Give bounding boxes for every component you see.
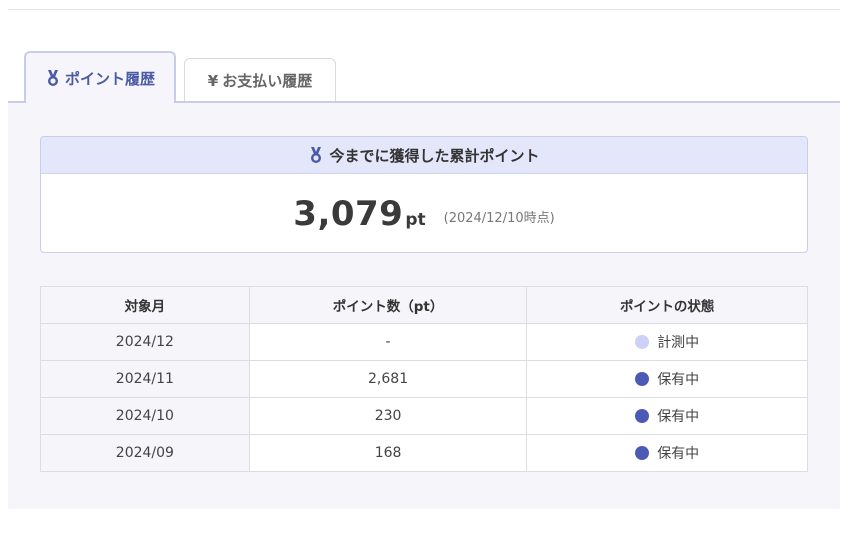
total-points-unit: pt [405, 210, 426, 230]
status-dot-icon [635, 371, 650, 386]
tab-payment-history[interactable]: ¥ お支払い履歴 [184, 58, 336, 102]
row-month: 2024/10 [40, 397, 250, 435]
total-points-card: 今までに獲得した累計ポイント 3,079 pt (2024/12/10時点) [40, 136, 808, 253]
points-history-table: 対象月 ポイント数（pt） ポイントの状態 2024/12 - 計測中 2024… [40, 286, 808, 472]
table-row: 2024/09 168 保有中 [40, 434, 808, 472]
row-status: 計測中 [526, 323, 808, 361]
tab-payment-history-label: お支払い履歴 [222, 72, 313, 90]
row-points: 168 [248, 434, 528, 472]
tab-bar: ポイント履歴 ¥ お支払い履歴 [8, 51, 840, 103]
row-points: - [248, 323, 528, 361]
table-row: 2024/11 2,681 保有中 [40, 360, 808, 398]
medal-icon [45, 69, 61, 87]
medal-icon [308, 146, 324, 164]
tab-points-history-label: ポイント履歴 [64, 69, 155, 88]
row-status: 保有中 [526, 397, 808, 435]
row-month: 2024/11 [40, 360, 250, 398]
header-points: ポイント数（pt） [248, 286, 528, 324]
status-label: 計測中 [657, 334, 700, 351]
table-row: 2024/10 230 保有中 [40, 397, 808, 435]
total-points-header: 今までに獲得した累計ポイント [41, 137, 807, 174]
status-label: 保有中 [657, 408, 700, 425]
row-status: 保有中 [526, 360, 808, 398]
status-dot-icon [635, 408, 650, 423]
points-history-panel: 今までに獲得した累計ポイント 3,079 pt (2024/12/10時点) 対… [8, 103, 840, 509]
total-points-title: 今までに獲得した累計ポイント [329, 146, 540, 165]
row-month: 2024/09 [40, 434, 250, 472]
total-points-value: 3,079 [293, 194, 404, 234]
row-points: 2,681 [248, 360, 528, 398]
row-status: 保有中 [526, 434, 808, 472]
total-points-body: 3,079 pt (2024/12/10時点) [41, 174, 807, 252]
yen-icon: ¥ [207, 71, 219, 90]
status-dot-icon [635, 334, 650, 349]
table-header-row: 対象月 ポイント数（pt） ポイントの状態 [40, 286, 808, 324]
header-month: 対象月 [40, 286, 250, 324]
total-points-as-of: (2024/12/10時点) [443, 210, 555, 226]
row-points: 230 [248, 397, 528, 435]
top-divider [8, 9, 840, 10]
status-dot-icon [635, 445, 650, 460]
table-row: 2024/12 - 計測中 [40, 323, 808, 361]
tab-points-history[interactable]: ポイント履歴 [24, 51, 176, 103]
status-label: 保有中 [657, 445, 700, 462]
status-label: 保有中 [657, 371, 700, 388]
header-status: ポイントの状態 [526, 286, 808, 324]
row-month: 2024/12 [40, 323, 250, 361]
